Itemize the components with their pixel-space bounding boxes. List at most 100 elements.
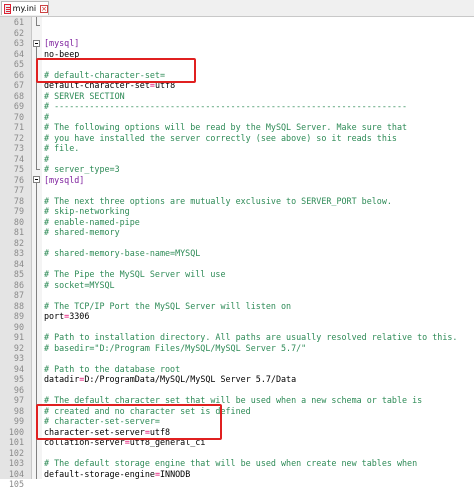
line-text: # you have installed the server correctl… (44, 132, 397, 143)
line-number: 71 (13, 122, 24, 132)
tab-my-ini[interactable]: my.ini × (1, 1, 49, 15)
code-line[interactable]: 71 # The following options will be read b… (0, 122, 474, 133)
code-line[interactable]: 81 # shared-memory (0, 227, 474, 238)
code-line[interactable]: 62 (0, 28, 474, 39)
line-number: 74 (13, 153, 24, 164)
line-number: 92 (13, 342, 24, 353)
line-number: 79 (13, 206, 24, 216)
line-number: 61 (13, 17, 24, 27)
code-line[interactable]: 104 default-storage-engine=INNODB (0, 469, 474, 480)
code-editor[interactable]: 61 62 63 [mysql] 64 no-beep 65 66 # default-char… (0, 17, 474, 489)
code-line[interactable]: 61 (0, 17, 474, 28)
tab-label: my.ini (12, 3, 37, 13)
line-number: 95 (13, 374, 24, 384)
line-text: # The next three options are mutually ex… (44, 195, 392, 206)
line-number: 63 (13, 38, 24, 48)
line-text: # (44, 111, 50, 122)
line-number: 67 (13, 80, 24, 90)
line-number: 105 (8, 479, 24, 489)
code-line[interactable]: 91 # Path to installation directory. All … (0, 332, 474, 343)
code-line[interactable]: 90 (0, 322, 474, 333)
code-line[interactable]: 73 # file. (0, 143, 474, 154)
line-number: 99 (13, 416, 24, 426)
code-line[interactable]: 103 # The default storage engine that wil… (0, 458, 474, 469)
line-number: 100 (8, 426, 24, 437)
line-text: # shared-memory (44, 227, 120, 237)
code-line[interactable]: 102 (0, 448, 474, 459)
line-text: # The Pipe the MySQL Server will use (44, 269, 226, 279)
config-value: D:/ProgramData/MySQL/MySQL Server 5.7/Da… (84, 374, 297, 384)
config-value: 3306 (69, 311, 90, 321)
code-line[interactable]: 83 # shared-memory-base-name=MYSQL (0, 248, 474, 259)
code-line[interactable]: 87 (0, 290, 474, 301)
line-number: 83 (13, 248, 24, 258)
line-text: port=3306 (44, 311, 89, 322)
line-text: datadir=D:/ProgramData/MySQL/MySQL Serve… (44, 374, 296, 385)
ini-file-icon (4, 3, 11, 14)
code-line[interactable]: 92 # basedir="D:/Program Files/MySQL/MySQ… (0, 343, 474, 354)
line-text: # file. (44, 143, 80, 153)
config-key: datadir (44, 374, 80, 384)
code-line[interactable]: 68 # SERVER SECTION (0, 91, 474, 102)
code-line[interactable]: 85 # The Pipe the MySQL Server will use (0, 269, 474, 280)
code-line[interactable]: 94 # Path to the database root (0, 364, 474, 375)
code-line[interactable]: 88 # The TCP/IP Port the MySQL Server wil… (0, 301, 474, 312)
line-number: 76 (13, 174, 24, 185)
line-number: 69 (13, 101, 24, 111)
code-line[interactable]: 70 # (0, 112, 474, 123)
line-text: # --------------------------------------… (44, 101, 408, 111)
line-text: # Path to installation directory. All pa… (44, 332, 458, 342)
code-line[interactable]: 79 # skip-networking (0, 206, 474, 217)
code-line[interactable]: 78 # The next three options are mutually … (0, 196, 474, 207)
code-line[interactable]: 95 datadir=D:/ProgramData/MySQL/MySQL Ser… (0, 374, 474, 385)
line-number: 84 (13, 258, 24, 269)
line-number: 98 (13, 405, 24, 416)
line-number: 91 (13, 332, 24, 342)
code-line[interactable]: 84 (0, 259, 474, 270)
code-line[interactable]: 74 # (0, 154, 474, 165)
line-number: 90 (13, 321, 24, 332)
code-line[interactable]: 69 # ------------------------------------… (0, 101, 474, 112)
code-line[interactable]: 63 [mysql] (0, 38, 474, 49)
line-text: [mysqld] (44, 174, 85, 185)
line-text: default-storage-engine=INNODB (44, 469, 190, 480)
line-text: # skip-networking (44, 206, 130, 216)
highlight-box-mysql-charset (36, 58, 196, 83)
code-line[interactable]: 93 (0, 353, 474, 364)
line-text: # SERVER SECTION (44, 90, 125, 101)
line-number: 82 (13, 237, 24, 248)
code-line[interactable]: 72 # you have installed the server correc… (0, 133, 474, 144)
line-number: 81 (13, 227, 24, 237)
line-number: 96 (13, 384, 24, 395)
line-text: [mysql] (44, 38, 80, 48)
line-number: 62 (13, 27, 24, 38)
line-number: 85 (13, 269, 24, 279)
code-line[interactable]: 82 (0, 238, 474, 249)
line-text: # server_type=3 (44, 164, 120, 174)
config-key: default-storage-engine (44, 468, 155, 479)
line-number: 86 (13, 279, 24, 290)
code-line[interactable]: 75 # server_type=3 (0, 164, 474, 175)
code-line[interactable]: 105 (0, 479, 474, 490)
code-line[interactable]: 76 [mysqld] (0, 175, 474, 186)
line-text: # The following options will be read by … (44, 122, 408, 132)
line-number: 68 (13, 90, 24, 101)
line-text: # shared-memory-base-name=MYSQL (44, 248, 201, 258)
line-number: 93 (13, 353, 24, 363)
close-icon[interactable]: × (40, 4, 48, 13)
highlight-box-mysqld-charset (36, 404, 222, 440)
line-number: 77 (13, 185, 24, 195)
code-line[interactable]: 96 (0, 385, 474, 396)
code-line[interactable]: 80 # enable-named-pipe (0, 217, 474, 228)
line-number: 66 (13, 69, 24, 80)
line-text: # The TCP/IP Port the MySQL Server will … (44, 300, 292, 311)
line-number: 101 (8, 437, 24, 447)
line-number: 89 (13, 311, 24, 321)
tab-bar: my.ini × (0, 0, 474, 17)
line-text: # Path to the database root (44, 363, 181, 374)
code-line[interactable]: 86 # socket=MYSQL (0, 280, 474, 291)
line-number: 65 (13, 59, 24, 69)
code-line[interactable]: 89 port=3306 (0, 311, 474, 322)
line-number: 75 (13, 164, 24, 174)
code-line[interactable]: 77 (0, 185, 474, 196)
